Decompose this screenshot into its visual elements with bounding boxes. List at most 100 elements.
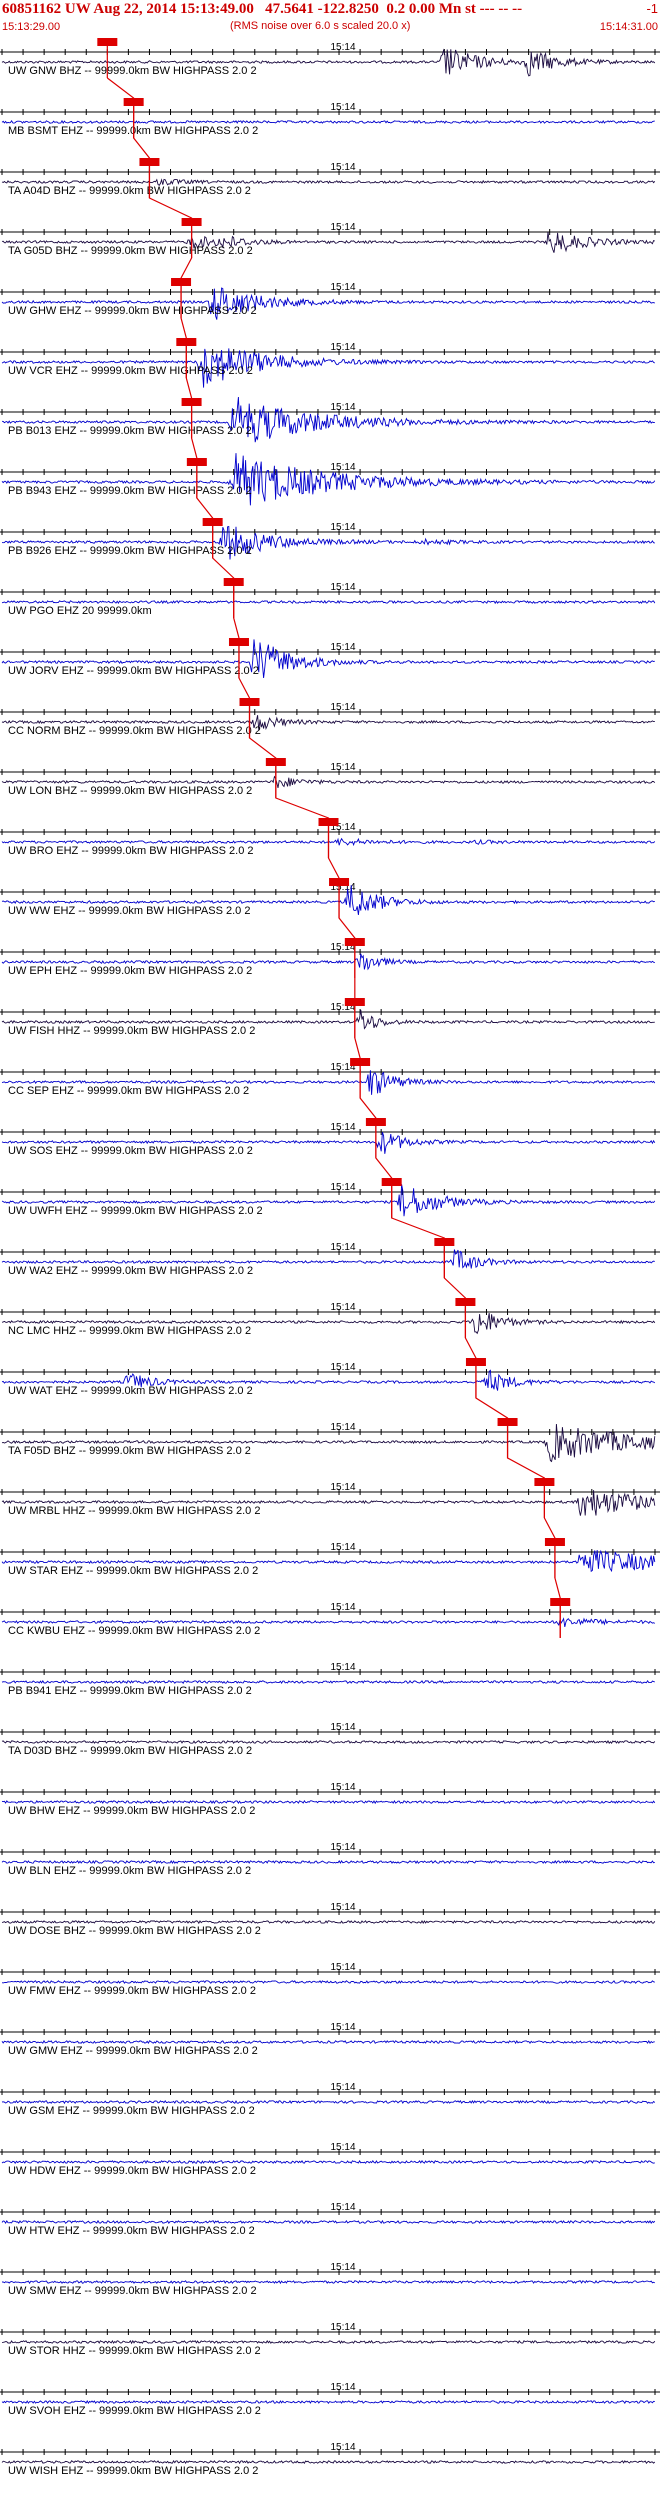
channel-29: 15:14 UW BHW EHZ -- 99999.0km BW HIGHPASS…	[0, 1782, 660, 1817]
channel-label: CC NORM BHZ -- 99999.0km BW HIGHPASS 2.0…	[8, 725, 261, 737]
center-time-label: 15:14	[331, 282, 356, 293]
center-time-label: 15:14	[331, 2202, 356, 2213]
end-time-label: 15:14:31.00	[599, 21, 658, 33]
channel-label: PB B943 EHZ -- 99999.0km BW HIGHPASS 2.0…	[8, 485, 252, 497]
channel-label: UW STAR EHZ -- 99999.0km BW HIGHPASS 2.0…	[8, 1565, 258, 1577]
center-time-label: 15:14	[331, 2142, 356, 2153]
channel-33: 15:14 UW GMW EHZ -- 99999.0km BW HIGHPASS…	[0, 2022, 660, 2057]
center-time-label: 15:14	[331, 762, 356, 773]
channel-1: 15:14MB BSMT EHZ -- 99999.0km BW HIGHPAS…	[0, 98, 660, 138]
waveform	[1, 453, 656, 506]
channel-label: UW HDW EHZ -- 99999.0km BW HIGHPASS 2.0 …	[8, 2165, 256, 2177]
waveform	[1, 1799, 656, 1805]
center-time-label: 15:14	[331, 582, 356, 593]
channel-label: UW HTW EHZ -- 99999.0km BW HIGHPASS 2.0 …	[8, 2225, 255, 2237]
channel-5: 15:14 UW VCR EHZ -- 99999.0km BW HIGHPASS…	[0, 338, 660, 388]
seismogram-plot: 15:14 UW GNW BHZ -- 99999.0km BW HIGHPASS…	[0, 38, 660, 2477]
center-time-label: 15:14	[331, 1422, 356, 1433]
channel-label: CC SEP EHZ -- 99999.0km BW HIGHPASS 2.0 …	[8, 1085, 249, 1097]
center-time-label: 15:14	[331, 1602, 356, 1613]
channel-19: 15:14 UW UWFH EHZ -- 99999.0km BW HIGHPAS…	[0, 1178, 660, 1218]
center-time-label: 15:14	[331, 1662, 356, 1673]
center-time-label: 15:14	[331, 1182, 356, 1193]
channel-label: UW GHW EHZ -- 99999.0km BW HIGHPASS 2.0 …	[8, 305, 257, 317]
waveform	[1, 2460, 656, 2465]
center-time-label: 15:14	[331, 1482, 356, 1493]
channel-7: 15:14 PB B943 EHZ -- 99999.0km BW HIGHPAS…	[0, 453, 660, 506]
center-time-label: 15:14	[331, 162, 356, 173]
channel-9: 15:14 UW PGO EHZ 20 99999.0km	[0, 578, 660, 618]
channel-label: TA F05D BHZ -- 99999.0km BW HIGHPASS 2.0…	[8, 1445, 251, 1457]
channel-27: 15:14 PB B941 EHZ -- 99999.0km BW HIGHPAS…	[0, 1662, 660, 1697]
channel-28: 15:14 TA D03D BHZ -- 99999.0km BW HIGHPAS…	[0, 1722, 660, 1757]
channel-23: 15:14 TA F05D BHZ -- 99999.0km BW HIGHPAS…	[0, 1418, 660, 1463]
center-time-label: 15:14	[331, 1122, 356, 1133]
channel-label: UW STOR HHZ -- 99999.0km BW HIGHPASS 2.0…	[8, 2345, 261, 2357]
waveform	[1, 2339, 656, 2345]
center-time-label: 15:14	[331, 2022, 356, 2033]
center-time-label: 15:14	[331, 2082, 356, 2093]
channel-label: UW LON BHZ -- 99999.0km BW HIGHPASS 2.0 …	[8, 785, 252, 797]
waveform	[1, 2099, 656, 2105]
center-time-label: 15:14	[331, 702, 356, 713]
waveform	[1, 1919, 656, 1925]
waveform	[1, 2280, 656, 2285]
channel-label: UW DOSE BHZ -- 99999.0km BW HIGHPASS 2.0…	[8, 1925, 261, 1937]
channel-21: 15:14 NC LMC HHZ -- 99999.0km BW HIGHPASS…	[0, 1298, 660, 1338]
waveform	[1, 1679, 655, 1684]
channel-label: UW SOS EHZ -- 99999.0km BW HIGHPASS 2.0 …	[8, 1145, 253, 1157]
center-time-label: 15:14	[331, 1842, 356, 1853]
center-time-label: 15:14	[331, 2322, 356, 2333]
channel-label: UW FISH HHZ -- 99999.0km BW HIGHPASS 2.0…	[8, 1025, 255, 1037]
waveform	[1, 119, 655, 125]
channel-16: 15:14UW FISH HHZ -- 99999.0km BW HIGHPAS…	[0, 998, 660, 1038]
center-time-label: 15:14	[331, 222, 356, 233]
waveform	[1, 599, 656, 605]
channel-0: 15:14 UW GNW BHZ -- 99999.0km BW HIGHPASS…	[0, 38, 660, 78]
channel-label: UW JORV EHZ -- 99999.0km BW HIGHPASS 2.0…	[8, 665, 259, 677]
center-time-label: 15:14	[331, 522, 356, 533]
channel-label: TA D03D BHZ -- 99999.0km BW HIGHPASS 2.0…	[8, 1745, 252, 1757]
center-time-label: 15:14	[331, 462, 356, 473]
channel-label: UW UWFH EHZ -- 99999.0km BW HIGHPASS 2.0…	[8, 1205, 263, 1217]
channel-label: CC KWBU EHZ -- 99999.0km BW HIGHPASS 2.0…	[8, 1625, 260, 1637]
center-time-label: 15:14	[331, 102, 356, 113]
channel-37: 15:14 UW SMW EHZ -- 99999.0km BW HIGHPASS…	[0, 2262, 660, 2297]
waveform	[1, 2159, 655, 2164]
center-time-label: 15:14	[331, 1782, 356, 1793]
channel-label: PB B926 EHZ -- 99999.0km BW HIGHPASS 2.0…	[8, 545, 252, 557]
channel-label: UW WISH EHZ -- 99999.0km BW HIGHPASS 2.0…	[8, 2465, 258, 2477]
center-time-label: 15:14	[331, 2442, 356, 2453]
center-time-label: 15:14	[331, 2382, 356, 2393]
channel-24: 15:14 UW MRBL HHZ -- 99999.0km BW HIGHPAS…	[0, 1478, 660, 1518]
center-time-label: 15:14	[331, 1722, 356, 1733]
channel-36: 15:14 UW HTW EHZ -- 99999.0km BW HIGHPASS…	[0, 2202, 660, 2237]
waveform	[1, 2219, 656, 2225]
event-title: 60851162 UW Aug 22, 2014 15:13:49.00 47.…	[2, 1, 523, 17]
channel-label: UW SMW EHZ -- 99999.0km BW HIGHPASS 2.0 …	[8, 2285, 257, 2297]
center-time-label: 15:14	[331, 1302, 356, 1313]
center-time-label: 15:14	[331, 342, 356, 353]
channel-17: 15:14CC SEP EHZ -- 99999.0km BW HIGHPASS…	[0, 1058, 660, 1098]
channel-11: 15:14 CC NORM BHZ -- 99999.0km BW HIGHPAS…	[0, 698, 660, 738]
channel-label: UW GNW BHZ -- 99999.0km BW HIGHPASS 2.0 …	[8, 65, 257, 77]
channel-30: 15:14 UW BLN EHZ -- 99999.0km BW HIGHPASS…	[0, 1842, 660, 1877]
channel-label: UW WW EHZ -- 99999.0km BW HIGHPASS 2.0 2	[8, 905, 250, 917]
center-time-label: 15:14	[331, 402, 356, 413]
channel-label: PB B941 EHZ -- 99999.0km BW HIGHPASS 2.0…	[8, 1685, 252, 1697]
center-time-label: 15:14	[331, 642, 356, 653]
channel-22: 15:14 UW WAT EHZ -- 99999.0km BW HIGHPASS…	[0, 1358, 660, 1398]
channel-15: 15:14UW EPH EHZ -- 99999.0km BW HIGHPASS…	[0, 938, 660, 978]
channel-label: UW WAT EHZ -- 99999.0km BW HIGHPASS 2.0 …	[8, 1385, 253, 1397]
plot-header: 60851162 UW Aug 22, 2014 15:13:49.00 47.…	[0, 0, 660, 36]
channel-34: 15:14 UW GSM EHZ -- 99999.0km BW HIGHPASS…	[0, 2082, 660, 2117]
center-time-label: 15:14	[331, 1242, 356, 1253]
channel-32: 15:14 UW FMW EHZ -- 99999.0km BW HIGHPASS…	[0, 1962, 660, 1997]
channel-label: UW VCR EHZ -- 99999.0km BW HIGHPASS 2.0 …	[8, 365, 253, 377]
channel-4: 15:14 UW GHW EHZ -- 99999.0km BW HIGHPASS…	[0, 278, 660, 320]
channel-label: UW MRBL HHZ -- 99999.0km BW HIGHPASS 2.0…	[8, 1505, 260, 1517]
waveform	[1, 1979, 655, 1984]
channel-39: 15:14 UW SVOH EHZ -- 99999.0km BW HIGHPAS…	[0, 2382, 660, 2417]
channel-label: UW BHW EHZ -- 99999.0km BW HIGHPASS 2.0 …	[8, 1805, 255, 1817]
channel-12: 15:14 UW LON BHZ -- 99999.0km BW HIGHPASS…	[0, 758, 660, 798]
